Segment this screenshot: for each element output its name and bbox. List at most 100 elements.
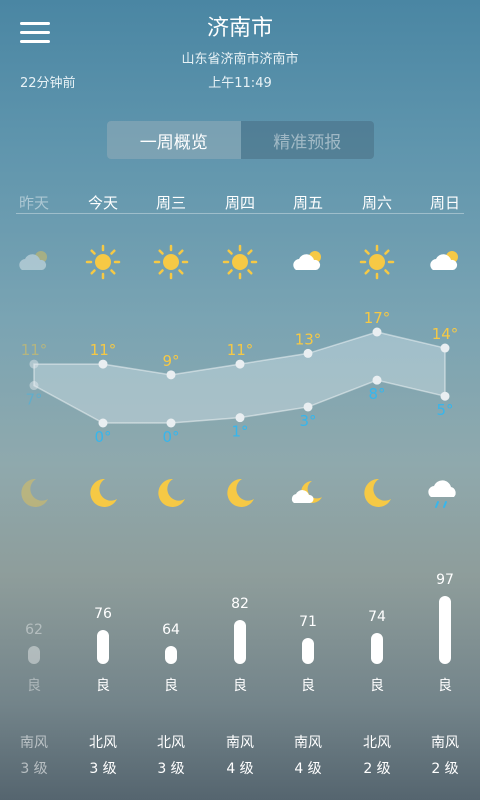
wind-item: 北风 2 级 <box>347 732 407 784</box>
wind-level: 2 级 <box>363 761 391 777</box>
aqi-value: 64 <box>162 622 180 638</box>
aqi-item: 82 良 <box>210 570 270 700</box>
tab-week-overview[interactable]: 一周概览 <box>107 121 241 159</box>
low-temp-label: 3° <box>299 412 316 430</box>
wind-direction: 北风 <box>89 735 117 751</box>
high-temp-label: 17° <box>364 309 391 327</box>
moon-icon <box>83 473 123 513</box>
air-quality-row: 62 良 76 良 64 良 82 良 71 良 74 良 97 良 <box>0 570 480 700</box>
cloud-sun-icon <box>425 242 465 282</box>
wind-item: 南风 4 级 <box>210 732 270 784</box>
aqi-item: 62 良 <box>4 570 64 700</box>
low-temp-point <box>98 418 108 428</box>
aqi-bar <box>28 646 40 664</box>
aqi-item: 71 良 <box>278 570 338 700</box>
high-temp-label: 14° <box>432 325 459 343</box>
wind-item: 南风 2 级 <box>415 732 475 784</box>
low-temp-point <box>372 375 382 385</box>
aqi-bar <box>302 638 314 664</box>
moon-icon <box>220 473 260 513</box>
low-temp-point <box>235 413 245 423</box>
day-label: 周五 <box>292 194 323 212</box>
high-temp-label: 9° <box>162 352 179 370</box>
rain-cloud-icon <box>425 473 465 513</box>
address-text: 山东省济南市济南市 <box>181 52 299 67</box>
high-temp-label: 11° <box>21 341 48 359</box>
wind-level: 3 级 <box>157 761 185 777</box>
day-label: 周六 <box>361 194 392 212</box>
wind-level: 4 级 <box>294 761 322 777</box>
aqi-level: 良 <box>301 678 315 694</box>
wind-item: 北风 3 级 <box>141 732 201 784</box>
aqi-value: 82 <box>231 596 249 613</box>
aqi-item: 76 良 <box>73 570 133 700</box>
day-label: 昨天 <box>18 194 49 212</box>
wind-direction: 南风 <box>20 735 48 751</box>
cloud-sun-icon <box>14 242 54 282</box>
high-temp-label: 13° <box>295 330 322 348</box>
aqi-value: 71 <box>299 614 317 631</box>
aqi-level: 良 <box>233 678 247 694</box>
high-temp-label: 11° <box>90 341 117 359</box>
low-temp-label: 7° <box>25 391 42 409</box>
aqi-value: 76 <box>94 605 112 622</box>
high-temp-point <box>372 327 382 337</box>
moon-icon <box>357 473 397 513</box>
sun-icon <box>151 242 191 282</box>
high-temp-point <box>440 343 450 353</box>
high-temp-point <box>29 359 39 369</box>
high-temp-point <box>166 370 176 380</box>
aqi-bar <box>234 620 246 664</box>
aqi-value: 62 <box>25 622 43 638</box>
low-temp-label: 8° <box>368 385 385 403</box>
day-label: 周日 <box>429 194 460 212</box>
moon-cloud-icon <box>288 473 328 513</box>
night-icons-row <box>0 473 480 513</box>
day-icons-row <box>0 242 480 282</box>
low-temp-point <box>166 418 176 428</box>
day-label: 周三 <box>155 194 186 212</box>
sun-icon <box>357 242 397 282</box>
wind-level: 2 级 <box>431 761 459 777</box>
low-temp-label: 0° <box>162 428 179 446</box>
low-temp-point <box>303 402 313 412</box>
wind-row: 南风 3 级 北风 3 级 北风 3 级 南风 4 级 南风 4 级 北风 2 级 南风 2 … <box>0 732 480 782</box>
low-temp-label: 1° <box>231 423 248 441</box>
day-divider <box>16 213 464 214</box>
moon-icon <box>151 473 191 513</box>
aqi-value: 97 <box>436 571 454 588</box>
update-time-text: 上午11:49 <box>208 76 272 91</box>
sun-icon <box>220 242 260 282</box>
aqi-item: 74 良 <box>347 570 407 700</box>
day-labels-row: 昨天 今天 周三 周四 周五 周六 周日 <box>0 192 480 214</box>
city-title[interactable]: 济南市 <box>0 10 480 42</box>
aqi-level: 良 <box>164 678 178 694</box>
low-temp-point <box>440 391 450 401</box>
aqi-level: 良 <box>370 678 384 694</box>
aqi-bar <box>371 633 383 664</box>
aqi-item: 64 良 <box>141 570 201 700</box>
cloud-sun-icon <box>288 242 328 282</box>
wind-direction: 南风 <box>226 735 254 751</box>
wind-item: 南风 4 级 <box>278 732 338 784</box>
day-label: 周四 <box>224 194 255 212</box>
wind-direction: 北风 <box>363 735 391 751</box>
wind-level: 4 级 <box>226 761 254 777</box>
view-tabs: 一周概览 精准预报 <box>107 121 374 159</box>
high-temp-label: 11° <box>227 341 254 359</box>
sun-icon <box>83 242 123 282</box>
tab-precise-forecast[interactable]: 精准预报 <box>241 121 375 159</box>
high-temp-point <box>98 359 108 369</box>
aqi-level: 良 <box>438 678 452 694</box>
moon-icon <box>14 473 54 513</box>
aqi-bar <box>97 629 109 664</box>
header: 济南市 山东省济南市济南市 22分钟前 上午11:49 <box>0 0 480 100</box>
low-temp-label: 5° <box>436 401 453 419</box>
aqi-bar <box>439 595 451 664</box>
wind-direction: 南风 <box>431 735 459 751</box>
aqi-value: 74 <box>368 609 386 626</box>
wind-direction: 北风 <box>157 735 185 751</box>
low-temp-label: 0° <box>94 428 111 446</box>
day-label: 今天 <box>87 194 118 212</box>
aqi-level: 良 <box>96 678 110 694</box>
